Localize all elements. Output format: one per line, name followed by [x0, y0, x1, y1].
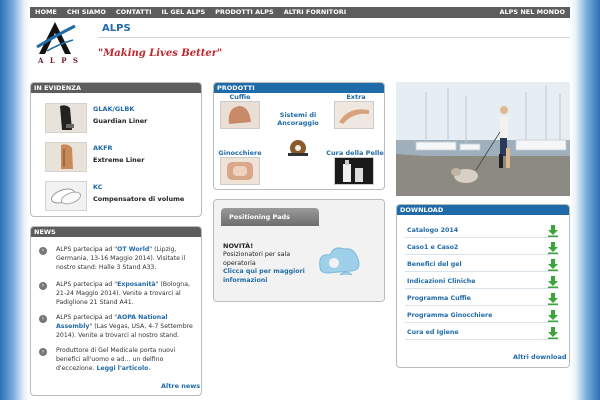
prodotti-panel: PRODOTTI Cuffie Sistemi di Ancoraggio Ex… [213, 82, 385, 190]
nav-contatti[interactable]: CONTATTI [111, 7, 157, 18]
product-extra[interactable]: Extra [334, 93, 378, 101]
product-label[interactable]: Cura della Pelle [326, 149, 384, 157]
in-evidenza-title: IN EVIDENZA [31, 83, 201, 93]
download-arrow-icon[interactable] [547, 327, 559, 339]
cura-pelle-image[interactable] [334, 157, 374, 185]
product-label[interactable]: Sistemi di Ancoraggio [272, 111, 324, 127]
download-arrow-icon[interactable] [547, 310, 559, 322]
positioning-pads-tab[interactable]: Positioning Pads [221, 208, 319, 226]
nav-altri-fornitori[interactable]: ALTRI FORNITORI [279, 7, 351, 18]
news-link-ot-world[interactable]: OT World [117, 246, 149, 253]
cuffie-image[interactable] [220, 101, 260, 129]
chevron-right-icon[interactable]: › [39, 247, 47, 255]
download-arrow-icon[interactable] [547, 242, 559, 254]
page: HOME CHI SIAMO CONTATTI IL GEL ALPS PROD… [30, 0, 570, 400]
download-item[interactable]: Programma Cuffie [405, 293, 559, 306]
evidenza-desc: Extreme Liner [93, 156, 145, 164]
download-title: DOWNLOAD [397, 205, 569, 215]
nav-alps-nel-mondo[interactable]: ALPS NEL MONDO [494, 7, 570, 18]
product-label[interactable]: Cuffie [218, 93, 262, 101]
nav-home[interactable]: HOME [30, 7, 62, 18]
positioning-pad-image[interactable] [314, 241, 364, 281]
product-label[interactable]: Ginocchiere [216, 149, 264, 157]
news-link-leggi-articolo[interactable]: Leggi l'articolo [96, 365, 148, 372]
compensatore-image[interactable] [45, 181, 87, 211]
slogan: "Making Lives Better" [98, 48, 223, 59]
extreme-liner-image[interactable] [45, 142, 87, 172]
news-text: ALPS partecipa ad " [56, 314, 118, 321]
pads-title: NOVITÀ! [223, 242, 254, 250]
download-label[interactable]: Benefici del gel [407, 261, 462, 268]
evidenza-item-glak[interactable]: GLAK/GLBK Guardian Liner [45, 103, 201, 135]
altri-download-link[interactable]: Altri download [513, 353, 567, 361]
download-arrow-icon[interactable] [547, 259, 559, 271]
nav-chi-siamo[interactable]: CHI SIAMO [62, 7, 111, 18]
nav-il-gel-alps[interactable]: IL GEL ALPS [157, 7, 211, 18]
evidenza-item-akfr[interactable]: AKFR Extreme Liner [45, 142, 201, 174]
extra-image[interactable] [334, 101, 374, 129]
guardian-liner-image[interactable] [45, 103, 87, 133]
in-evidenza-panel: IN EVIDENZA GLAK/GLBK Guardian Liner AKF… [30, 82, 202, 217]
evidenza-name[interactable]: AKFR [93, 144, 113, 152]
news-text: . [148, 364, 151, 372]
product-cura-pelle[interactable]: Cura della Pelle [326, 149, 384, 157]
product-label[interactable]: Extra [334, 93, 378, 101]
evidenza-desc: Guardian Liner [93, 117, 148, 125]
pads-text: Posizionatori per sala operatoria [223, 251, 291, 267]
download-item[interactable]: Cura ed Igiene [405, 327, 559, 340]
news-link-exposanita[interactable]: Exposanità [117, 281, 155, 288]
download-item[interactable]: Programma Ginocchiere [405, 310, 559, 323]
download-label[interactable]: Programma Ginocchiere [407, 312, 492, 319]
download-label[interactable]: Indicazioni Cliniche [407, 278, 476, 285]
logo-text: A L P S [38, 56, 80, 65]
download-label[interactable]: Caso1 e Caso2 [407, 244, 458, 251]
download-item[interactable]: Catalogo 2014 [405, 225, 559, 238]
download-label[interactable]: Catalogo 2014 [407, 227, 458, 234]
news-text: ALPS partecipa ad " [56, 246, 118, 253]
top-nav: HOME CHI SIAMO CONTATTI IL GEL ALPS PROD… [30, 7, 570, 18]
download-label[interactable]: Programma Cuffie [407, 295, 471, 302]
download-item[interactable]: Benefici del gel [405, 259, 559, 272]
pads-more-info-link[interactable]: Clicca qui per maggiori informazioni [223, 268, 307, 285]
download-label[interactable]: Cura ed Igiene [407, 329, 459, 336]
news-panel: NEWS › ALPS partecipa ad "OT World" (Lip… [30, 226, 202, 396]
news-text: ALPS partecipa ad " [56, 281, 118, 288]
download-panel: DOWNLOAD Catalogo 2014 Caso1 e Caso2 Ben… [396, 204, 570, 368]
evidenza-name[interactable]: KC [93, 183, 103, 191]
ginocchiere-image[interactable] [220, 157, 260, 185]
evidenza-desc: Compensatore di volume [93, 195, 185, 203]
product-ginocchiere[interactable]: Ginocchiere [216, 149, 264, 157]
download-item[interactable]: Caso1 e Caso2 [405, 242, 559, 255]
download-item[interactable]: Indicazioni Cliniche [405, 276, 559, 289]
chevron-right-icon[interactable]: › [39, 315, 47, 323]
header-divider [98, 37, 570, 38]
altre-news-link[interactable]: Altre news [161, 382, 200, 390]
pads-content: NOVITÀ! Posizionatori per sala operatori… [214, 226, 384, 301]
nav-prodotti-alps[interactable]: PRODOTTI ALPS [210, 7, 279, 18]
positioning-pads-panel: Positioning Pads NOVITÀ! Posizionatori p… [213, 199, 385, 302]
news-title: NEWS [31, 227, 201, 237]
download-arrow-icon[interactable] [547, 276, 559, 288]
download-arrow-icon[interactable] [547, 225, 559, 237]
chevron-right-icon[interactable]: › [39, 348, 47, 356]
product-cuffie[interactable]: Cuffie [218, 93, 262, 101]
brand-title: ALPS [102, 23, 131, 34]
prodotti-title: PRODOTTI [214, 83, 384, 93]
ancoraggio-image[interactable] [284, 135, 312, 161]
download-arrow-icon[interactable] [547, 293, 559, 305]
evidenza-item-kc[interactable]: KC Compensatore di volume [45, 181, 201, 213]
marina-photo [396, 82, 570, 196]
nav-spacer [351, 7, 494, 18]
product-sistemi-ancoraggio[interactable]: Sistemi di Ancoraggio [272, 111, 324, 127]
chevron-right-icon[interactable]: › [39, 282, 47, 290]
evidenza-name[interactable]: GLAK/GLBK [93, 105, 134, 113]
